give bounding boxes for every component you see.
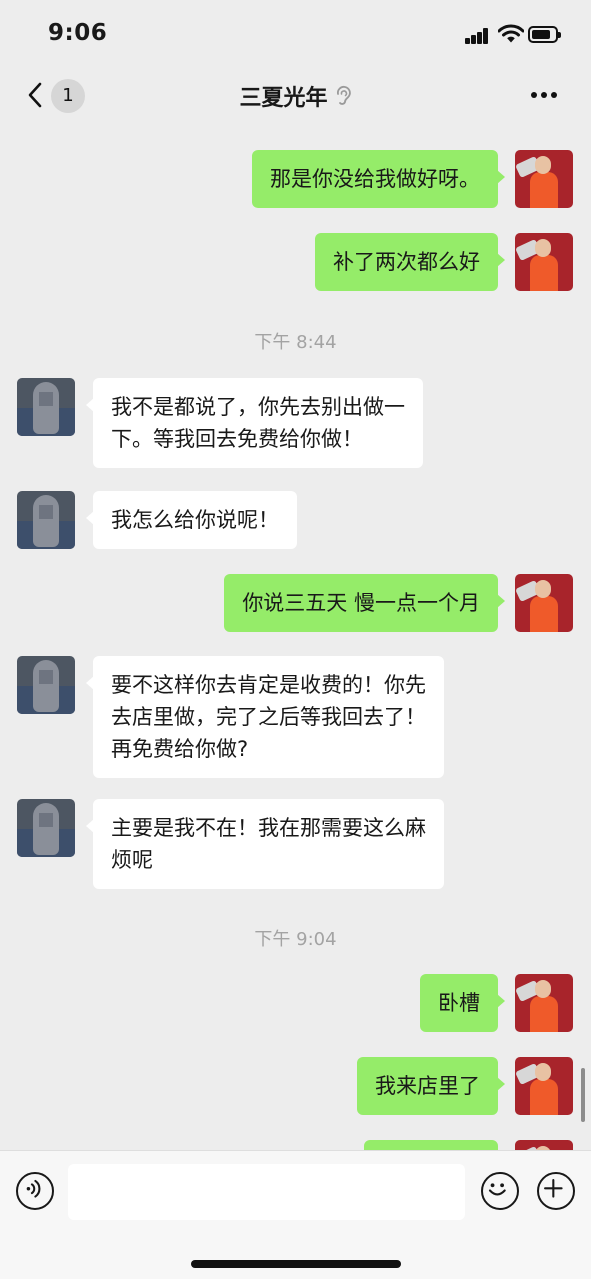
- contact-avatar[interactable]: [17, 491, 75, 549]
- my-avatar[interactable]: [515, 574, 573, 632]
- my-avatar[interactable]: [515, 1140, 573, 1150]
- message-bubble-sent[interactable]: 那是你没给我做好呀。: [252, 150, 505, 208]
- scrollbar[interactable]: [581, 1068, 585, 1122]
- message-bubble-received[interactable]: 我不是都说了，你先去别出做一 下。等我回去免费给你做！: [86, 378, 423, 468]
- my-avatar[interactable]: [515, 233, 573, 291]
- my-avatar[interactable]: [515, 974, 573, 1032]
- message-bubble-sent-partial[interactable]: [364, 1140, 498, 1150]
- ear-icon: [336, 86, 351, 105]
- plus-icon: [544, 1179, 563, 1198]
- message-list[interactable]: 那是你没给我做好呀。 补了两次都么好 下午 8:44 我不是都说了，你先去别出做…: [0, 126, 591, 1150]
- my-avatar[interactable]: [515, 1057, 573, 1115]
- status-time: 9:06: [48, 20, 108, 46]
- contact-avatar[interactable]: [17, 799, 75, 857]
- message-bubble-sent[interactable]: 你说三五天 慢一点一个月: [224, 574, 505, 632]
- message-bubble-received[interactable]: 要不这样你去肯定是收费的！你先 去店里做，完了之后等我回去了！ 再免费给你做?: [86, 656, 444, 778]
- message-bubble-sent[interactable]: 补了两次都么好: [315, 233, 505, 291]
- status-bar: 9:06: [0, 0, 591, 66]
- contact-avatar[interactable]: [17, 656, 75, 714]
- chat-title: 三夏光年: [239, 86, 328, 111]
- chat-title-group[interactable]: 三夏光年: [0, 80, 591, 112]
- voice-icon: [26, 1179, 41, 1198]
- battery-icon: [528, 26, 561, 43]
- message-bubble-sent[interactable]: 卧槽: [420, 974, 505, 1032]
- timestamp: 下午 8:44: [254, 332, 337, 353]
- home-indicator: [191, 1260, 401, 1268]
- message-input[interactable]: [68, 1164, 465, 1220]
- message-bubble-sent[interactable]: 我来店里了: [357, 1057, 505, 1115]
- input-bar: [0, 1150, 591, 1279]
- wifi-icon: [498, 24, 524, 43]
- emoji-button[interactable]: [481, 1172, 519, 1210]
- message-bubble-received[interactable]: 主要是我不在！我在那需要这么麻 烦呢: [86, 799, 444, 889]
- timestamp: 下午 9:04: [254, 929, 337, 950]
- more-icon[interactable]: [531, 92, 559, 100]
- message-bubble-received[interactable]: 我怎么给你说呢！: [86, 491, 297, 549]
- chat-header: 1 三夏光年: [0, 66, 591, 126]
- signal-icon: [465, 28, 491, 44]
- my-avatar[interactable]: [515, 150, 573, 208]
- voice-button[interactable]: [16, 1172, 54, 1210]
- emoji-icon: [488, 1183, 506, 1196]
- plus-button[interactable]: [537, 1172, 575, 1210]
- contact-avatar[interactable]: [17, 378, 75, 436]
